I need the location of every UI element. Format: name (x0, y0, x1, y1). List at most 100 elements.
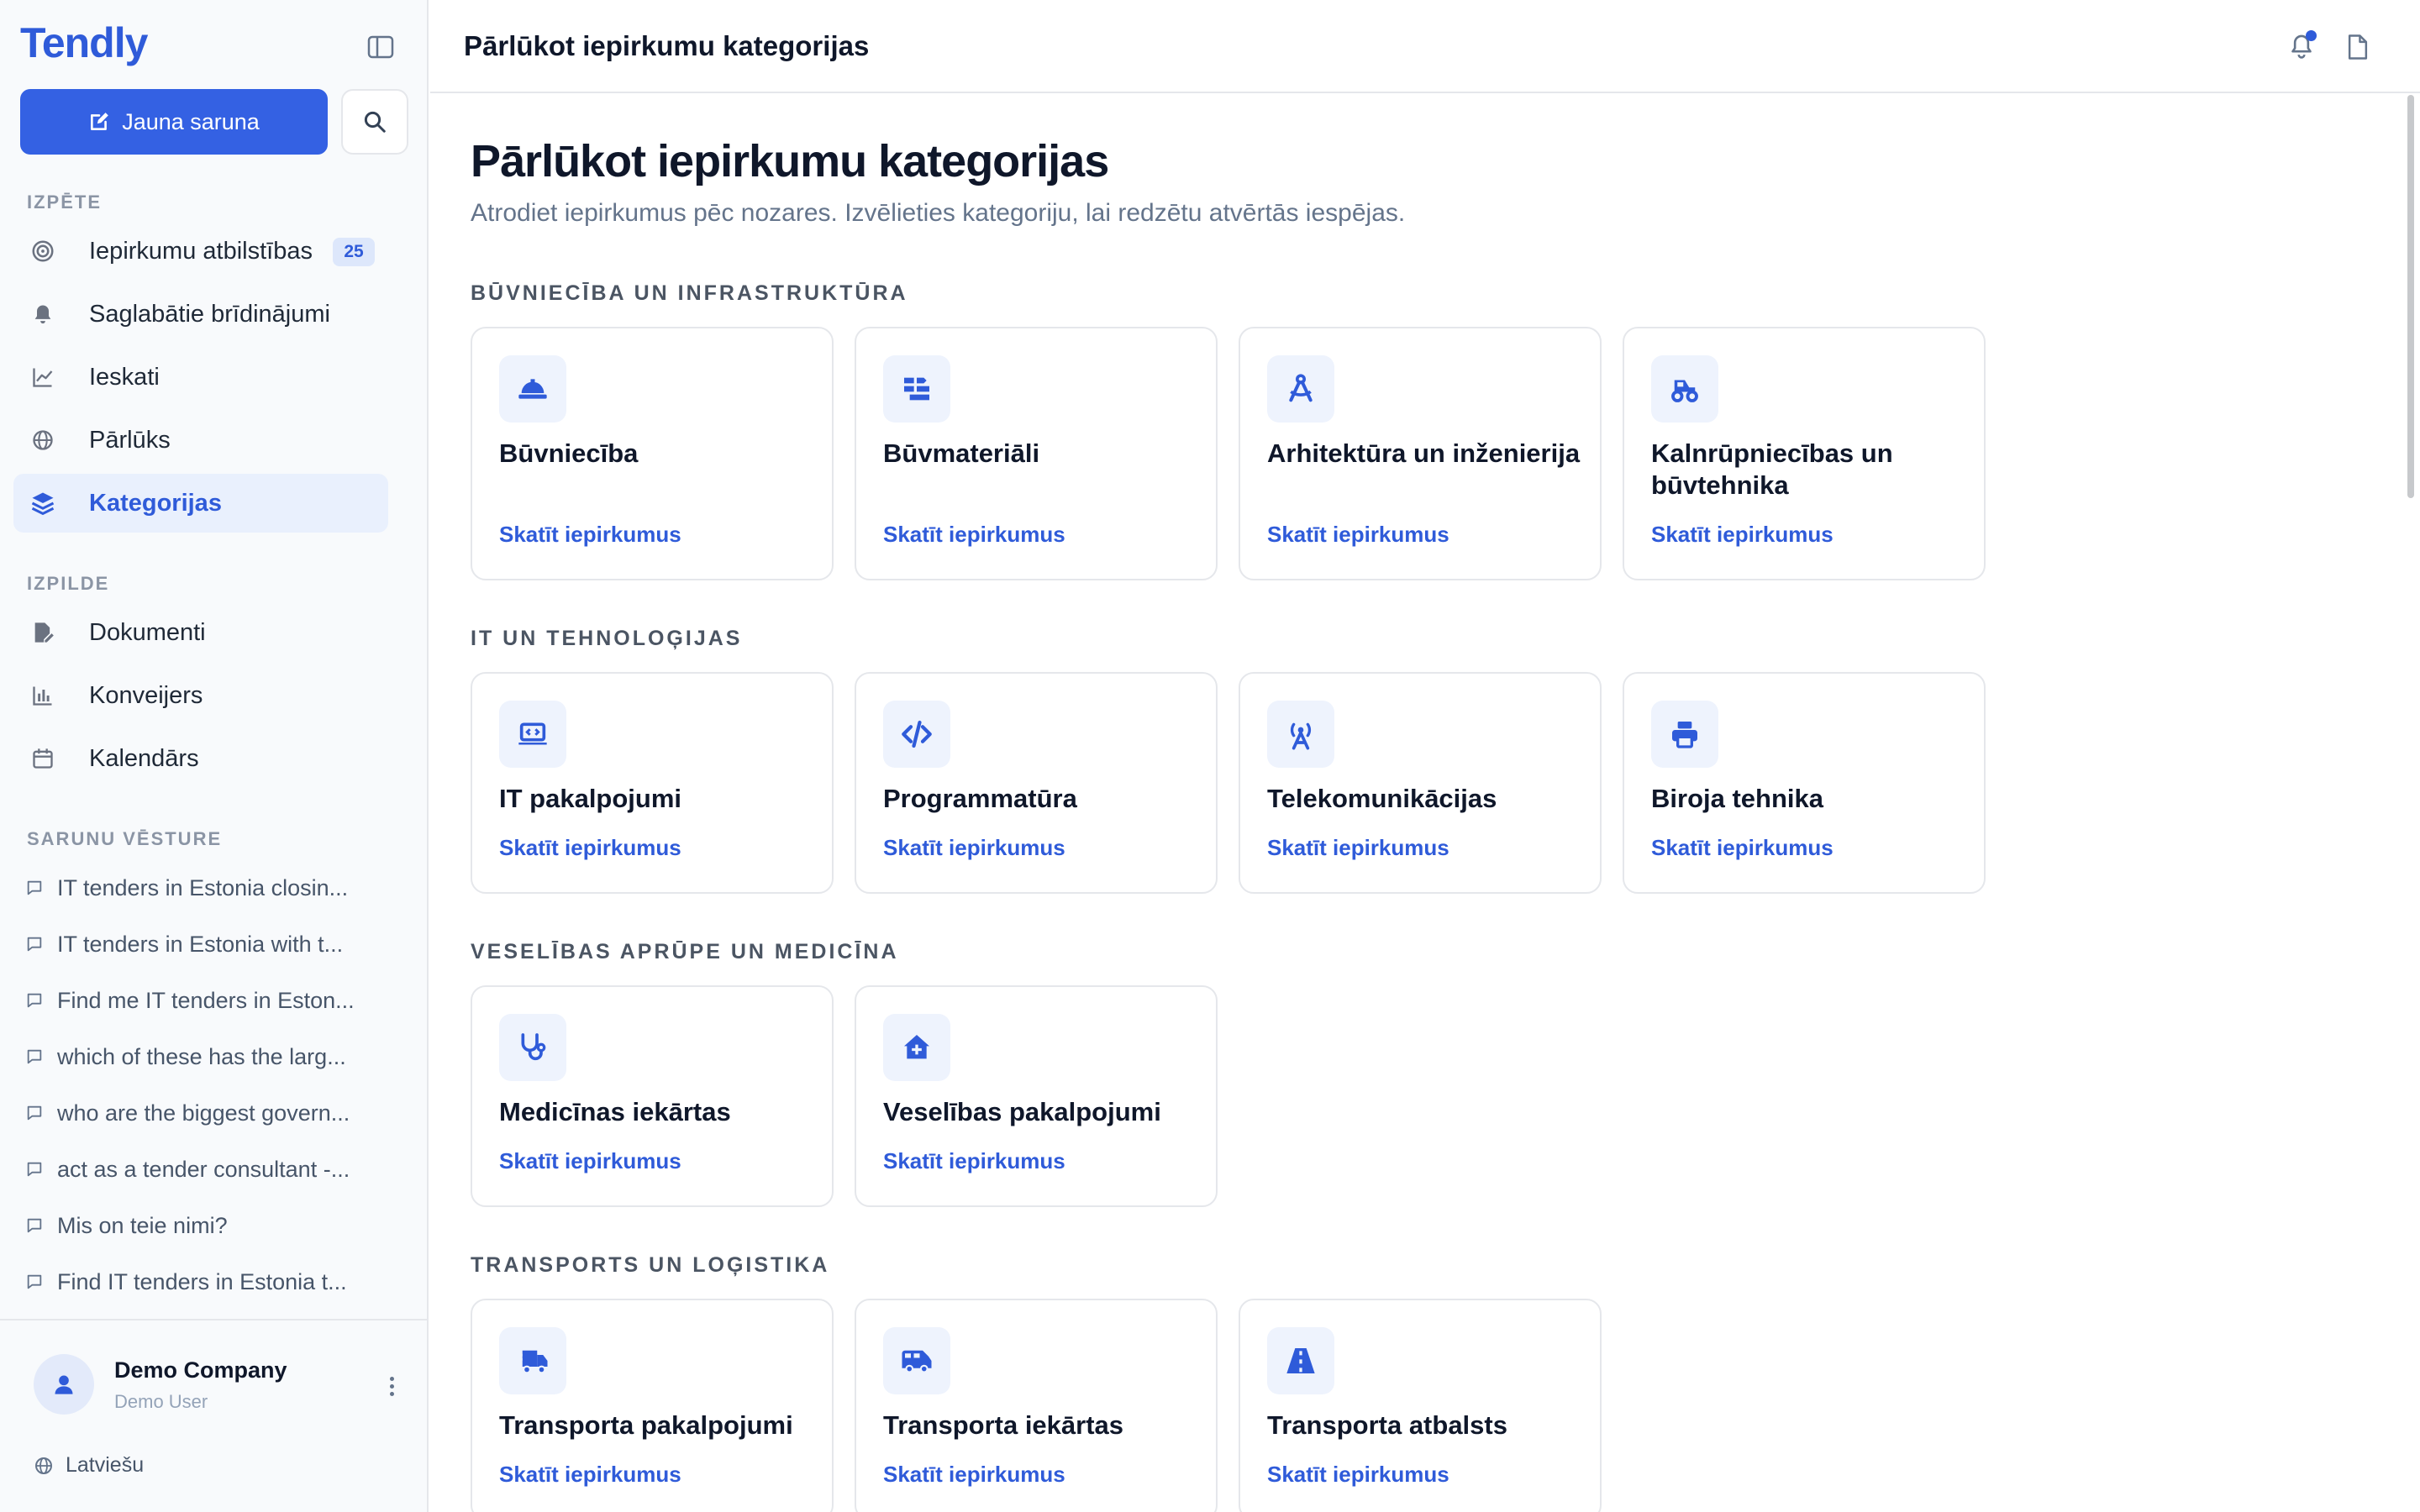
category-card-medical-equipment[interactable]: Medicīnas iekārtas Skatīt iepirkumus (471, 985, 834, 1207)
sidebar-item-label: Dokumenti (89, 618, 206, 646)
history-item[interactable]: Mis on teie nimi? (25, 1200, 378, 1251)
chat-bubble-icon (25, 1159, 45, 1179)
view-tenders-link[interactable]: Skatīt iepirkumus (883, 1462, 1065, 1488)
view-tenders-link[interactable]: Skatīt iepirkumus (1651, 835, 1833, 861)
more-options-button[interactable] (381, 1369, 402, 1403)
search-icon (364, 111, 386, 133)
category-card-transport-support[interactable]: Transporta atbalsts Skatīt iepirkumus (1239, 1299, 1602, 1512)
sidebar-item-label: Ieskati (89, 363, 160, 391)
avatar[interactable] (34, 1354, 94, 1415)
history-item-label: IT tenders in Estonia closin... (57, 874, 349, 900)
sidebar-item-tender-matches[interactable]: Iepirkumu atbilstības 25 (13, 222, 388, 281)
category-heading: TRANSPORTS UN LOĢISTIKA (471, 1253, 830, 1277)
printer-icon (1651, 701, 1718, 768)
tractor-icon (1651, 355, 1718, 423)
count-badge: 25 (333, 238, 375, 266)
category-card-it-services[interactable]: IT pakalpojumi Skatīt iepirkumus (471, 672, 834, 894)
sidebar-item-pipeline[interactable]: Konveijers (13, 666, 388, 725)
sidebar-item-label: Kalendārs (89, 744, 199, 772)
category-card-building-materials[interactable]: Būvmateriāli Skatīt iepirkumus (855, 327, 1218, 580)
sidebar-item-label: Kategorijas (89, 489, 222, 517)
category-card-telecommunications[interactable]: Telekomunikācijas Skatīt iepirkumus (1239, 672, 1602, 894)
view-tenders-link[interactable]: Skatīt iepirkumus (499, 1148, 681, 1174)
category-card-title: Medicīnas iekārtas (499, 1097, 731, 1126)
edit-icon (91, 113, 109, 130)
view-tenders-link[interactable]: Skatīt iepirkumus (499, 1462, 681, 1488)
document-icon (2348, 34, 2368, 60)
view-tenders-link[interactable]: Skatīt iepirkumus (883, 522, 1065, 548)
user-name: Demo Company (114, 1357, 287, 1383)
category-card-transport-equipment[interactable]: Transporta iekārtas Skatīt iepirkumus (855, 1299, 1218, 1512)
history-item[interactable]: act as a tender consultant -... (25, 1144, 378, 1194)
category-card-construction[interactable]: Būvniecība Skatīt iepirkumus (471, 327, 834, 580)
sidebar: Tendly Jauna saruna IZPĒTE Iepirkumu atb… (0, 0, 429, 1512)
sidebar-item-browser[interactable]: Pārlūks (13, 411, 388, 470)
layers-icon (29, 489, 57, 517)
search-button[interactable] (341, 89, 408, 155)
page-title: Pārlūkot iepirkumu kategorijas (471, 136, 1109, 186)
view-tenders-link[interactable]: Skatīt iepirkumus (499, 835, 681, 861)
category-card-title: Programmatūra (883, 784, 1077, 813)
app-logo[interactable]: Tendly (20, 18, 148, 67)
category-heading: VESELĪBAS APRŪPE UN MEDICĪNA (471, 940, 899, 963)
view-tenders-link[interactable]: Skatīt iepirkumus (1267, 522, 1449, 548)
code-icon (883, 701, 950, 768)
chat-bubble-icon (25, 990, 45, 1011)
view-tenders-link[interactable]: Skatīt iepirkumus (883, 835, 1065, 861)
sidebar-item-categories[interactable]: Kategorijas (13, 474, 388, 533)
user-profile[interactable]: Demo Company Demo User Latviešu (0, 1319, 429, 1512)
view-tenders-link[interactable]: Skatīt iepirkumus (499, 522, 681, 548)
line-chart-icon (29, 363, 57, 391)
category-card-transport-services[interactable]: Transporta pakalpojumi Skatīt iepirkumus (471, 1299, 834, 1512)
user-icon (55, 1375, 73, 1394)
truck-fast-icon (499, 1327, 566, 1394)
category-card-title: Telekomunikācijas (1267, 784, 1497, 813)
new-chat-label: Jauna saruna (122, 108, 260, 134)
chat-bubble-icon (25, 1103, 45, 1123)
history-item-label: which of these has the larg... (57, 1043, 346, 1069)
section-label-history: SARUNU VĒSTURE (27, 828, 223, 849)
sidebar-toggle-button[interactable] (363, 30, 398, 64)
section-label-explore: IZPĒTE (27, 192, 103, 213)
documents-button[interactable] (2339, 29, 2376, 66)
history-item[interactable]: IT tenders in Estonia closin... (25, 863, 378, 913)
category-card-office-equipment[interactable]: Biroja tehnika Skatīt iepirkumus (1623, 672, 1986, 894)
chat-bubble-icon (25, 1215, 45, 1236)
history-item[interactable]: which of these has the larg... (25, 1032, 378, 1082)
language-selector[interactable]: Latviešu (34, 1453, 144, 1478)
category-card-title: Transporta iekārtas (883, 1410, 1124, 1440)
language-label: Latviešu (66, 1453, 145, 1477)
history-item[interactable]: who are the biggest govern... (25, 1088, 378, 1138)
history-item-label: Mis on teie nimi? (57, 1212, 228, 1238)
history-item[interactable]: Find IT tenders in Estonia t... (25, 1257, 378, 1307)
view-tenders-link[interactable]: Skatīt iepirkumus (1267, 1462, 1449, 1488)
sidebar-item-documents[interactable]: Dokumenti (13, 603, 388, 662)
category-card-architecture[interactable]: Arhitektūra un inženierija Skatīt iepirk… (1239, 327, 1602, 580)
category-card-mining-machinery[interactable]: Kalnrūpniecības un būvtehnika Skatīt iep… (1623, 327, 1986, 580)
sidebar-item-saved-alerts[interactable]: Saglabātie brīdinājumi (13, 285, 388, 344)
chat-bubble-icon (25, 878, 45, 898)
category-card-software[interactable]: Programmatūra Skatīt iepirkumus (855, 672, 1218, 894)
view-tenders-link[interactable]: Skatīt iepirkumus (1267, 835, 1449, 861)
notifications-button[interactable] (2283, 29, 2320, 66)
history-item[interactable]: Find me IT tenders in Eston... (25, 975, 378, 1026)
view-tenders-link[interactable]: Skatīt iepirkumus (883, 1148, 1065, 1174)
new-chat-button[interactable]: Jauna saruna (20, 89, 328, 155)
house-medical-icon (883, 1014, 950, 1081)
notification-dot (2306, 30, 2317, 41)
main-content: Pārlūkot iepirkumu kategorijas Atrodiet … (430, 93, 2420, 1512)
sidebar-item-insights[interactable]: Ieskati (13, 348, 388, 407)
scrollbar-thumb[interactable] (2407, 95, 2414, 498)
calendar-icon (29, 744, 57, 773)
user-role: Demo User (114, 1391, 208, 1412)
view-tenders-link[interactable]: Skatīt iepirkumus (1651, 522, 1833, 548)
sidebar-item-calendar[interactable]: Kalendārs (13, 729, 388, 788)
category-card-health-services[interactable]: Veselības pakalpojumi Skatīt iepirkumus (855, 985, 1218, 1207)
category-card-title: Būvmateriāli (883, 438, 1040, 468)
document-edit-icon (29, 618, 57, 647)
scrollbar[interactable] (2405, 93, 2417, 1512)
history-item[interactable]: IT tenders in Estonia with t... (25, 919, 378, 969)
bar-chart-icon (29, 681, 57, 710)
globe-icon (29, 426, 57, 454)
top-bar-title: Pārlūkot iepirkumu kategorijas (464, 30, 870, 61)
